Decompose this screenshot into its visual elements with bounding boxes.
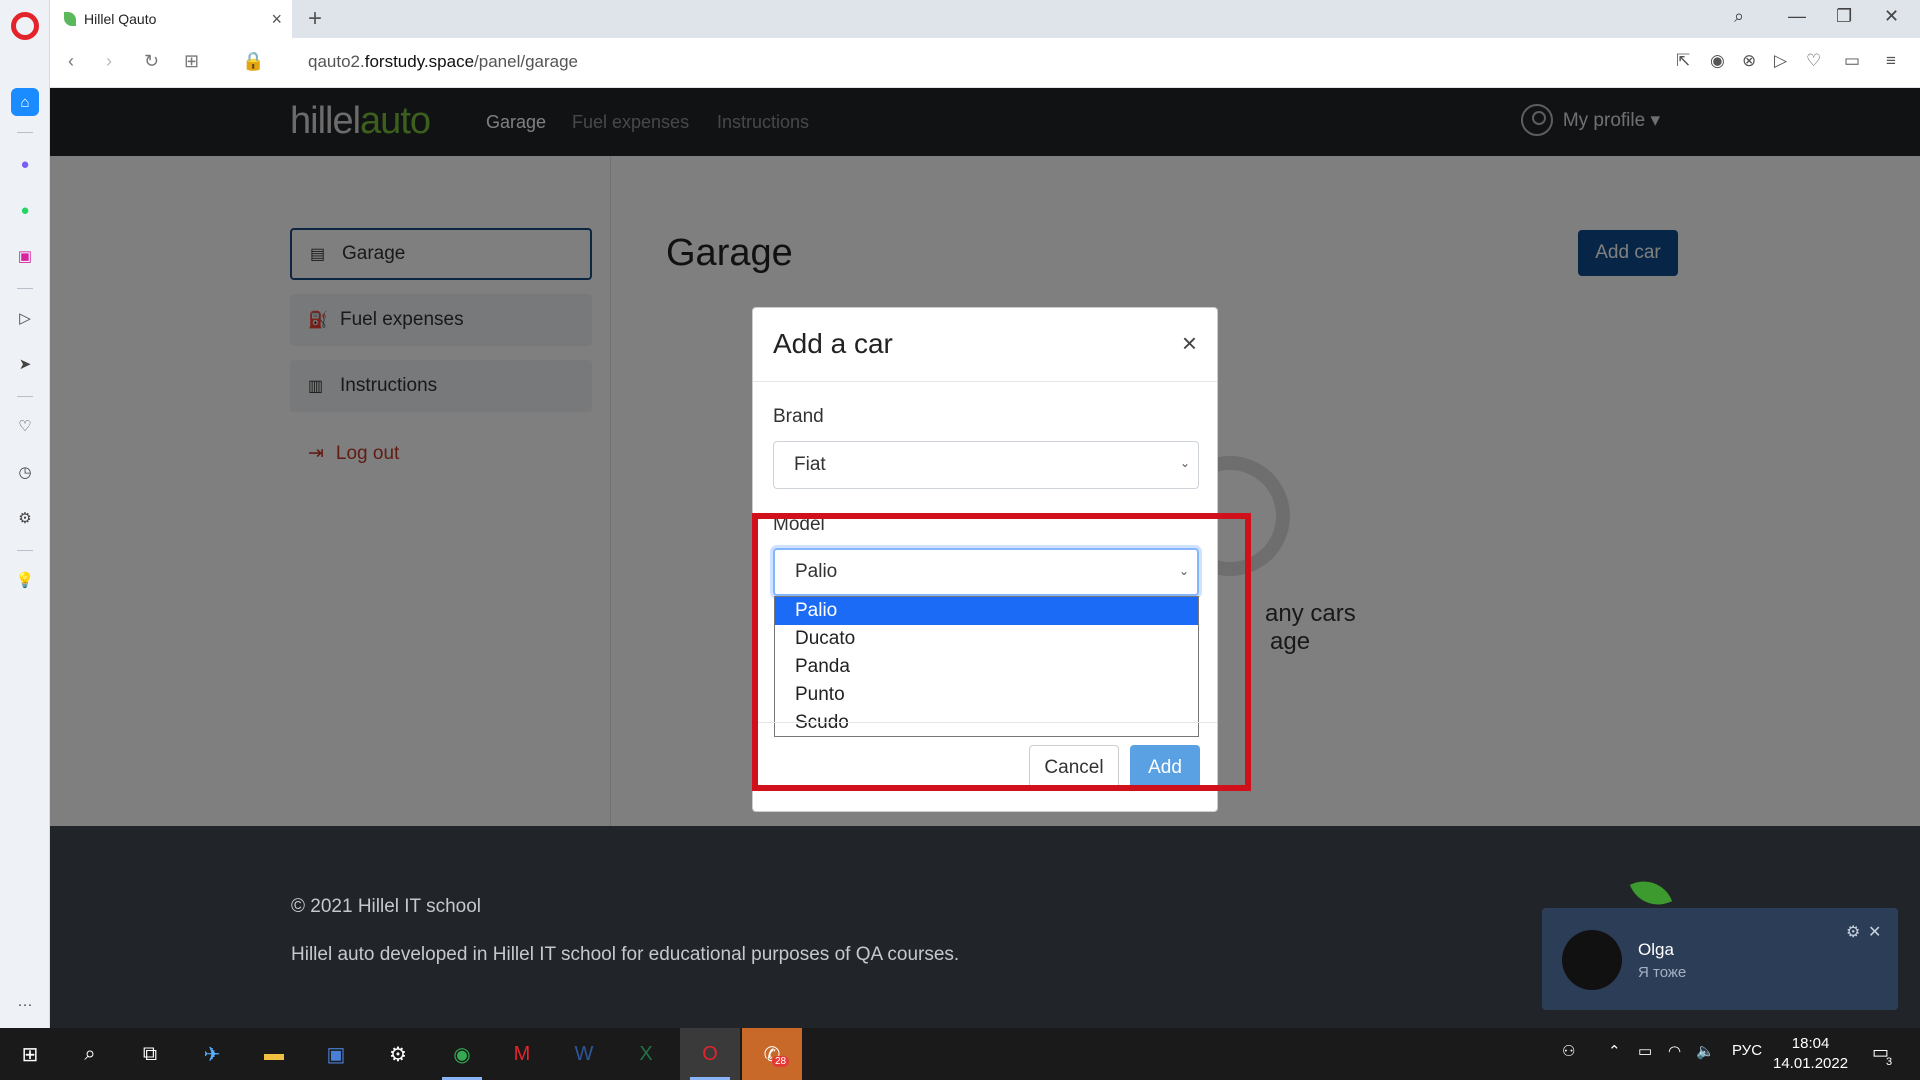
message-notification[interactable]: Olga Я тоже ⚙ ✕ xyxy=(1542,908,1898,1010)
avatar xyxy=(1562,930,1622,990)
chevron-down-icon: ⌄ xyxy=(1179,456,1190,470)
notification-sender: Olga xyxy=(1638,940,1674,959)
battery-tray-icon[interactable]: ▭ xyxy=(1638,1042,1652,1060)
bird-app-icon[interactable]: ✈ xyxy=(196,1038,228,1070)
opera-logo-icon[interactable] xyxy=(11,12,39,40)
favicon-icon xyxy=(64,12,76,26)
minimize-icon[interactable]: — xyxy=(1788,6,1806,27)
settings-icon[interactable]: ⚙ xyxy=(11,504,39,532)
sidebar-divider xyxy=(17,396,33,397)
battery-icon[interactable]: ▭ xyxy=(1844,51,1860,71)
tab-title: Hillel Qauto xyxy=(84,11,157,27)
close-icon[interactable]: ✕ xyxy=(1868,922,1881,942)
back-icon[interactable]: ‹ xyxy=(68,51,74,72)
search-icon[interactable]: ⌕ xyxy=(74,1038,106,1070)
clock-date: 14.01.2022 xyxy=(1773,1055,1849,1072)
tab-bar: Hillel Qauto × + ⌕ — ❐ ✕ xyxy=(50,0,1920,38)
adblock-icon[interactable]: ⊗ xyxy=(1742,51,1756,71)
send-icon[interactable]: ➤ xyxy=(11,350,39,378)
language-indicator[interactable]: РУС xyxy=(1732,1042,1762,1059)
chrome-icon[interactable]: ◉ xyxy=(446,1038,478,1070)
excel-icon[interactable]: X xyxy=(630,1038,662,1070)
volume-icon[interactable]: 🔈 xyxy=(1696,1042,1715,1060)
more-icon[interactable]: ··· xyxy=(11,990,39,1018)
camera-icon[interactable]: ◉ xyxy=(1710,51,1725,71)
opera-sidebar: ⌂ ● ● ▣ ▷ ➤ ♡ ◷ ⚙ 💡 ··· xyxy=(0,0,50,1028)
brand-select[interactable]: Fiat ⌄ xyxy=(773,441,1199,489)
url-path: /panel/garage xyxy=(474,52,579,71)
notification-message: Я тоже xyxy=(1638,964,1687,981)
restore-icon[interactable]: ❐ xyxy=(1836,6,1852,27)
windows-start-icon[interactable]: ⊞ xyxy=(14,1038,46,1070)
messenger-icon[interactable]: ● xyxy=(11,150,39,178)
tab-close-icon[interactable]: × xyxy=(271,9,282,30)
url-prefix: qauto2. xyxy=(308,52,365,71)
tabs-grid-icon[interactable]: ⊞ xyxy=(184,51,199,72)
modal-title: Add a car xyxy=(773,328,893,359)
save-app-icon[interactable]: ▣ xyxy=(320,1038,352,1070)
instagram-icon[interactable]: ▣ xyxy=(11,242,39,270)
wifi-icon[interactable]: ◠ xyxy=(1668,1042,1681,1060)
task-view-icon[interactable]: ⧉ xyxy=(134,1038,166,1070)
lock-icon: 🔒 xyxy=(242,51,265,71)
settings-gear-icon[interactable]: ⚙ xyxy=(382,1038,414,1070)
send-page-icon[interactable]: ▷ xyxy=(1774,51,1787,71)
sidebar-divider xyxy=(17,550,33,551)
bookmark-heart-icon[interactable]: ♡ xyxy=(1806,51,1821,71)
viber-badge: 28 xyxy=(772,1056,790,1067)
clock-time: 18:04 xyxy=(1791,1035,1830,1052)
footer-about: Hillel auto developed in Hillel IT schoo… xyxy=(291,944,960,965)
search-tabs-icon[interactable]: ⌕ xyxy=(1734,6,1744,27)
url-field[interactable]: qauto2.forstudy.space/panel/garage xyxy=(308,52,578,72)
footer-copyright: © 2021 Hillel IT school xyxy=(291,896,482,917)
brand-select-value: Fiat xyxy=(794,454,826,475)
gear-icon[interactable]: ⚙ xyxy=(1846,922,1860,942)
whatsapp-icon[interactable]: ● xyxy=(11,196,39,224)
player-icon[interactable]: ▷ xyxy=(11,304,39,332)
modal-header: Add a car × xyxy=(753,308,1217,382)
clock[interactable]: 18:04 14.01.2022 xyxy=(1773,1034,1848,1074)
home-icon[interactable]: ⌂ xyxy=(11,88,39,116)
new-tab-button[interactable]: + xyxy=(308,5,322,33)
close-window-icon[interactable]: ✕ xyxy=(1884,6,1899,27)
brand-label: Brand xyxy=(773,406,824,427)
word-icon[interactable]: W xyxy=(568,1038,600,1070)
forward-icon[interactable]: › xyxy=(106,51,112,72)
sidebar-divider xyxy=(17,288,33,289)
people-icon[interactable]: ⚇ xyxy=(1562,1042,1575,1060)
heart-icon[interactable]: ♡ xyxy=(11,412,39,440)
file-explorer-icon[interactable]: ▬ xyxy=(258,1038,290,1070)
share-icon[interactable]: ⇱ xyxy=(1676,51,1690,71)
reload-icon[interactable]: ↻ xyxy=(144,51,159,72)
easy-setup-icon[interactable]: ≡ xyxy=(1886,51,1896,71)
browser-tab[interactable]: Hillel Qauto × xyxy=(50,0,292,38)
lightbulb-icon[interactable]: 💡 xyxy=(11,566,39,594)
action-center-count: 3 xyxy=(1886,1056,1893,1068)
tray-chevron-icon[interactable]: ⌃ xyxy=(1608,1042,1621,1060)
windows-taskbar: ⊞ ⌕ ⧉ ✈ ▬ ▣ ⚙ ◉ M W X O ✆ 28 ⚇ ⌃ ▭ ◠ 🔈 Р… xyxy=(0,1028,1920,1080)
red-highlight-annotation xyxy=(752,513,1251,791)
history-icon[interactable]: ◷ xyxy=(11,458,39,486)
opera-icon[interactable]: O xyxy=(694,1038,726,1070)
mcafee-icon[interactable]: M xyxy=(506,1038,538,1070)
close-icon[interactable]: × xyxy=(1182,328,1197,359)
address-bar: ‹ › ↻ ⊞ 🔒 qauto2.forstudy.space/panel/ga… xyxy=(50,38,1920,88)
sidebar-divider xyxy=(17,132,33,133)
url-domain: forstudy.space xyxy=(364,52,475,71)
